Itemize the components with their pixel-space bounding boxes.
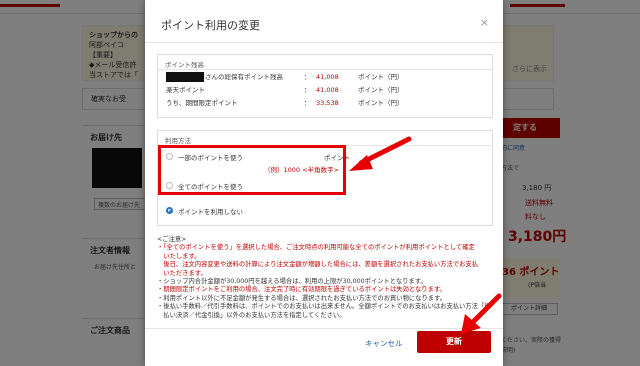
modal-title: ポイント利用の変更 [161,19,260,32]
point-usage-modal: ポイント利用の変更 × ポイント残高 さんの総保有ポイント残高 ： 41,008… [145,0,503,366]
footer-divider [145,328,503,329]
note-line: いただきます。 [157,269,207,277]
note-line: ・後払い手数料／代引手数料は、ポイントでのお支払いは出来ません。全額ポイントでの… [157,303,491,311]
usage-heading: 利用方法 [165,137,191,145]
notes-section: <ご注意> ・「全てのポイントを使う」を選択した場合、ご注文時点の利用可能な全て… [157,236,493,320]
note-line: いたします。 [157,252,201,260]
balance-heading: ポイント残高 [165,61,204,69]
balance-row-limited: うち、期間限定ポイント ： 33,538 ポイント（円） [166,98,486,109]
cancel-button[interactable]: キャンセル [365,338,403,349]
balance-colon: ： [304,73,311,81]
note-line: 払い決済／代金引換」以外のお支払い方法を指定してください。 [157,311,346,319]
balance-row-total: さんの総保有ポイント残高 ： 41,008 ポイント（円） [166,72,486,83]
note-line: ・利用ポイント以外に不足金額が発生する場合は、選択されたお支払い方法でのお買い物… [157,294,447,302]
point-balance-panel: ポイント残高 さんの総保有ポイント残高 ： 41,008 ポイント（円） 楽天ポ… [157,54,493,118]
no-points-label[interactable]: ポイントを利用しない [178,206,243,216]
balance-label-rakuten: 楽天ポイント [166,86,205,94]
balance-colon: ： [304,99,311,107]
balance-label-total: さんの総保有ポイント残高 [166,72,283,83]
balance-value-rakuten: 41,008 [316,86,339,94]
balance-unit: ポイント（円） [358,73,404,81]
balance-row-rakuten: 楽天ポイント ： 41,008 ポイント（円） [166,85,486,96]
note-line: ・期間限定ポイントをご利用の場合、注文完了時に有効期限を過ぎているポイントは失効… [157,286,446,294]
balance-unit: ポイント（円） [358,86,404,94]
note-line: ・「全てのポイントを使う」を選択した場合、ご注文時点の利用可能な全てのポイントが… [157,244,475,252]
balance-colon: ： [304,86,311,94]
balance-value-total: 41,008 [316,73,339,81]
no-points-radio[interactable] [166,207,173,214]
highlight-frame [158,145,346,195]
annotation-arrow-icon [349,136,412,171]
balance-value-limited: 33,538 [316,99,339,107]
balance-divider [158,69,492,70]
balance-unit: ポイント（円） [358,99,404,107]
note-line: 後日、注文内容変更や送料の計算により注文金額が増額した場合には、差額を選択された… [157,261,479,269]
close-icon[interactable]: × [480,16,489,29]
usage-method-panel: 利用方法 一部のポイントを使う ポイント （例）1000 <半角数字> 全てのポ… [157,130,493,226]
annotation-arrow-icon [461,293,502,334]
modal-divider [145,42,503,43]
redacted-name [166,72,204,82]
balance-label-limited: うち、期間限定ポイント [166,99,238,107]
